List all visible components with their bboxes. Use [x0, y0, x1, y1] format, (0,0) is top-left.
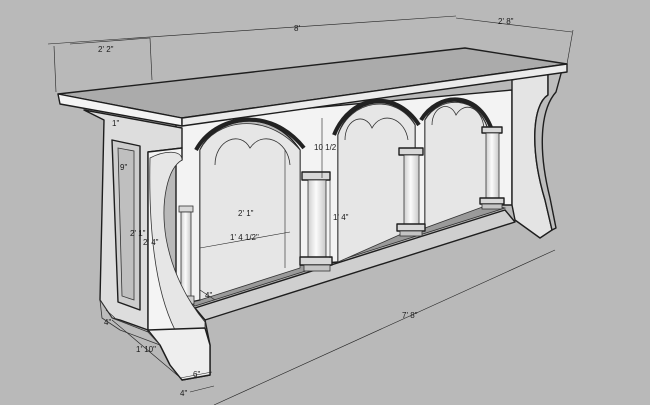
dim-foot-inset: 4"	[180, 389, 187, 398]
sketchup-viewport[interactable]: 8' 2' 8" 2' 2" 1" 10 1/2 9" 2' 1" 1' 4" …	[0, 0, 650, 405]
dim-base-length: 7' 8"	[402, 311, 418, 320]
dim-arch-rise: 10 1/2	[314, 143, 337, 152]
dim-arch-opening-width: 1' 4 1/2"	[230, 233, 259, 242]
dim-column-height: 1' 4"	[333, 213, 349, 222]
dim-end-height-a: 2' 1"	[130, 229, 146, 238]
dim-foot-height: 6"	[193, 370, 200, 379]
left-foot	[147, 327, 211, 381]
dim-foot-offset: 4"	[104, 318, 111, 327]
dim-end-panel-width: 2' 2"	[98, 45, 114, 54]
altar-table-model: 8' 2' 8" 2' 2" 1" 10 1/2 9" 2' 1" 1' 4" …	[47, 15, 574, 405]
dim-depth-top: 2' 8"	[498, 17, 514, 26]
dim-end-height-b: 2' 4"	[143, 238, 159, 247]
dim-shelf-gap: 4"	[205, 291, 212, 300]
dim-foot-depth: 1' 10"	[136, 345, 156, 354]
dim-end-inset: 9"	[120, 163, 127, 172]
dim-header-depth: 1"	[112, 119, 119, 128]
dim-arch-opening-height: 2' 1"	[238, 209, 254, 218]
dim-length-top: 8'	[294, 24, 300, 33]
